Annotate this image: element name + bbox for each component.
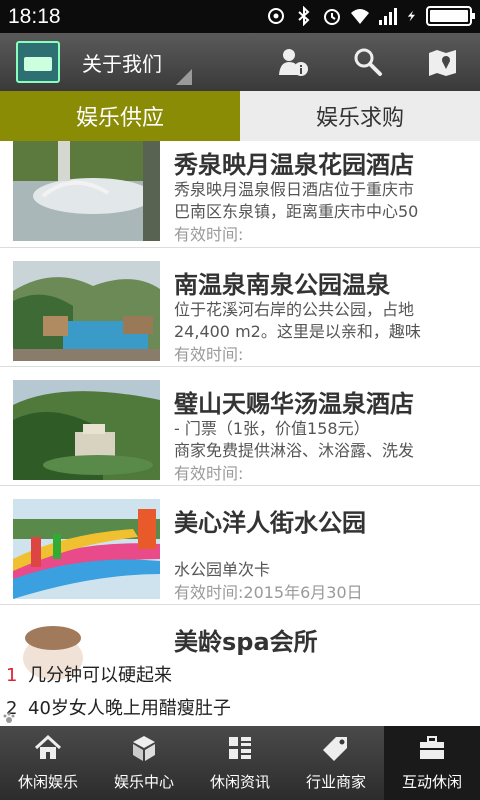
nav-label: 互动休闲 [401, 773, 462, 791]
park-pool-image [13, 261, 160, 361]
hot-search-list: 1 几分钟可以硬起来 2 40岁女人晚上用醋瘦肚子 [0, 656, 480, 726]
item-title: 南温泉南泉公园温泉 [174, 271, 390, 299]
nav-center[interactable]: 娱乐中心 [96, 726, 192, 800]
item-valid-time: 有效时间: [174, 225, 244, 244]
status-bar: 18:18 [0, 0, 480, 33]
status-icons [266, 6, 475, 26]
item-title: 美龄spa会所 [174, 628, 318, 656]
category-tabs: 娱乐供应 娱乐求购 [0, 91, 480, 141]
home-icon [34, 734, 62, 759]
grid-icon [229, 737, 251, 759]
nav-news[interactable]: 休闲资讯 [192, 726, 288, 800]
map-icon[interactable] [426, 45, 460, 79]
item-desc-line: 商家免费提供淋浴、沐浴露、洗发 [174, 441, 415, 460]
nav-merchants[interactable]: 行业商家 [288, 726, 384, 800]
nav-label: 娱乐中心 [113, 773, 174, 791]
charging-icon [407, 10, 415, 22]
header-title[interactable]: 关于我们 [82, 48, 162, 77]
app-logo[interactable] [16, 41, 60, 83]
item-title: 美心洋人街水公园 [174, 509, 366, 537]
item-desc-line: - 门票（1张，价值158元） [174, 419, 370, 438]
briefcase-icon [420, 736, 444, 759]
nav-label: 休闲资讯 [209, 773, 270, 791]
item-desc-line: 水公园单次卡 [174, 560, 271, 579]
hot-rank: 1 [6, 665, 18, 686]
item-valid-time: 有效时间: [174, 464, 244, 483]
status-time: 18:18 [8, 5, 61, 28]
list-item[interactable]: 秀泉映月温泉花园酒店 秀泉映月温泉假日酒店位于重庆市 巴南区东泉镇，距离重庆市中… [0, 141, 480, 248]
item-desc-line: 秀泉映月温泉假日酒店位于重庆市 [174, 180, 415, 199]
water-park-image [13, 499, 160, 599]
hot-text: 40岁女人晚上用醋瘦肚子 [28, 698, 231, 719]
list-item[interactable]: 南温泉南泉公园温泉 位于花溪河右岸的公共公园，占地 24,400 m2。这里是以… [0, 248, 480, 367]
item-valid-time: 有效时间: [174, 345, 244, 364]
bluetooth-icon [298, 6, 310, 26]
mountain-hotel-image [13, 380, 160, 480]
item-desc-line: 巴南区东泉镇，距离重庆市中心50 [174, 202, 419, 221]
list-item[interactable]: 璧山天赐华汤温泉酒店 - 门票（1张，价值158元） 商家免费提供淋浴、沐浴露、… [0, 367, 480, 486]
dropdown-corner-icon [176, 69, 192, 85]
nav-leisure[interactable]: 休闲娱乐 [0, 726, 96, 800]
search-icon[interactable] [350, 45, 384, 79]
item-title: 璧山天赐华汤温泉酒店 [174, 390, 414, 418]
alarm-icon [324, 9, 340, 25]
hot-item[interactable]: 1 几分钟可以硬起来 [6, 661, 172, 687]
tag-icon [323, 737, 347, 761]
nav-label: 行业商家 [305, 773, 366, 791]
nav-label: 休闲娱乐 [17, 773, 78, 791]
tab-supply[interactable]: 娱乐供应 [0, 91, 240, 141]
wifi-icon [351, 9, 369, 24]
hot-text: 几分钟可以硬起来 [28, 665, 172, 686]
paw-icon [3, 712, 15, 723]
tab-wanted[interactable]: 娱乐求购 [240, 91, 480, 141]
item-valid-time: 有效时间:2015年6月30日 [174, 583, 363, 602]
item-desc-line: 位于花溪河右岸的公共公园，占地 [174, 300, 415, 319]
nav-interactive[interactable]: 互动休闲 [384, 726, 480, 800]
signal-icon [379, 8, 397, 25]
listing-list: 秀泉映月温泉花园酒店 秀泉映月温泉假日酒店位于重庆市 巴南区东泉镇，距离重庆市中… [0, 141, 480, 726]
hotel-garden-image [13, 141, 160, 241]
list-item[interactable]: 美心洋人街水公园 水公园单次卡 有效时间:2015年6月30日 [0, 486, 480, 605]
app-header: 关于我们 [0, 33, 480, 91]
battery-icon [426, 6, 475, 26]
bottom-nav: 休闲娱乐 娱乐中心 休闲资讯 行业商家 互动休闲 [0, 726, 480, 800]
item-title: 秀泉映月温泉花园酒店 [174, 151, 414, 179]
user-info-icon[interactable] [276, 45, 310, 79]
item-desc-line: 24,400 m2。这里是以亲和，趣味 [174, 322, 421, 341]
hotspot-icon [268, 8, 284, 24]
hot-item[interactable]: 2 40岁女人晚上用醋瘦肚子 [6, 694, 231, 720]
cube-icon [133, 736, 155, 761]
